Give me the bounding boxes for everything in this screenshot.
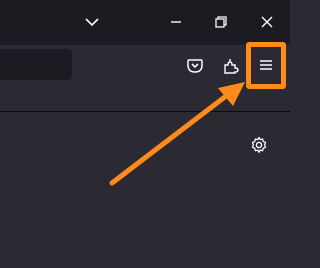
pocket-icon <box>187 59 203 73</box>
puzzle-icon <box>224 59 239 74</box>
close-icon <box>261 16 273 28</box>
page-content <box>0 112 290 268</box>
gear-icon <box>251 136 267 153</box>
url-bar[interactable] <box>0 49 72 80</box>
extensions-button[interactable] <box>218 53 244 79</box>
close-button[interactable] <box>255 10 279 34</box>
chevron-down-icon <box>85 18 99 27</box>
minimize-icon <box>171 21 181 23</box>
restore-button[interactable] <box>209 10 233 34</box>
minimize-button[interactable] <box>164 10 188 34</box>
settings-button[interactable] <box>246 132 272 158</box>
title-bar <box>0 0 290 45</box>
pocket-button[interactable] <box>182 53 208 79</box>
list-all-tabs-button[interactable] <box>80 10 104 34</box>
browser-window <box>0 0 290 268</box>
menu-highlight-box <box>246 42 286 89</box>
toolbar-separator <box>0 91 290 112</box>
restore-icon <box>215 16 227 28</box>
